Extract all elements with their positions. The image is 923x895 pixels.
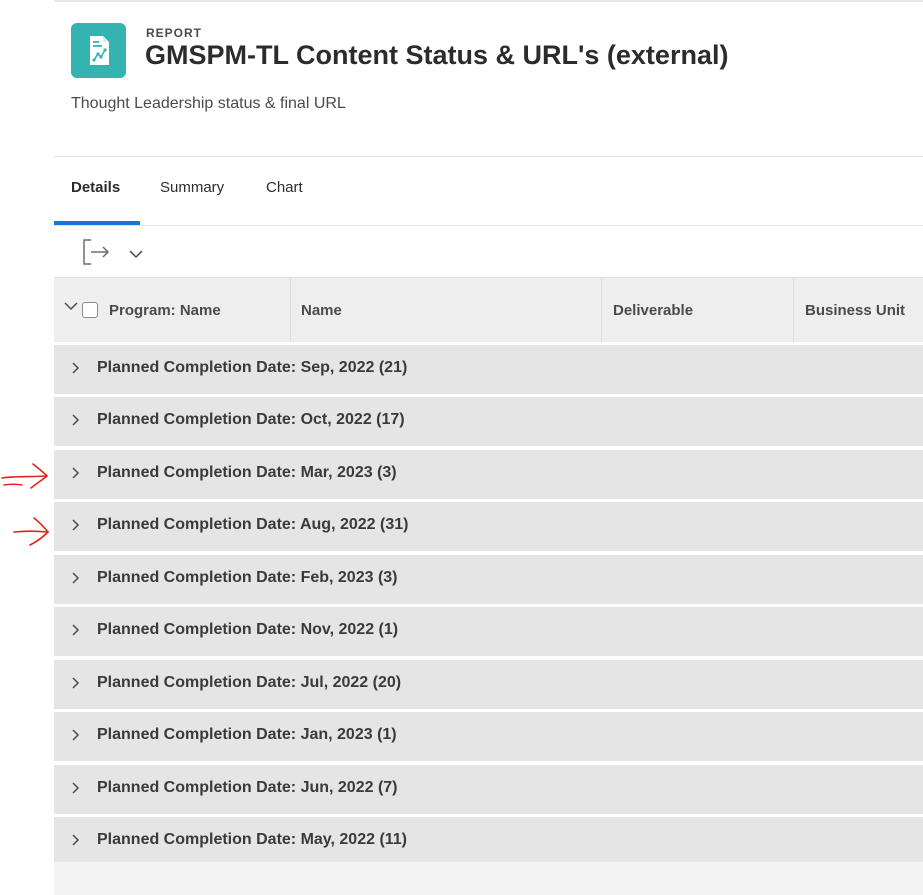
chevron-right-icon (72, 362, 80, 374)
chevron-right-icon (72, 519, 80, 531)
group-row[interactable]: Planned Completion Date: Jul, 2022 (20) (54, 660, 923, 709)
report-eyebrow: REPORT (146, 26, 203, 40)
select-all-checkbox[interactable] (82, 302, 98, 318)
table-footer-area (54, 862, 923, 895)
page-title: GMSPM-TL Content Status & URL's (externa… (145, 40, 729, 70)
annotation-arrow-icon (13, 517, 50, 546)
page-subtitle: Thought Leadership status & final URL (71, 95, 346, 112)
collapse-all-chevron-icon[interactable] (63, 298, 79, 314)
tab-chart[interactable]: Chart (266, 179, 303, 196)
group-row-label: Planned Completion Date: Aug, 2022 (31) (97, 516, 409, 533)
group-row-label: Planned Completion Date: May, 2022 (11) (97, 831, 408, 848)
export-icon[interactable] (80, 237, 112, 267)
group-row-label: Planned Completion Date: Mar, 2023 (3) (97, 464, 397, 481)
column-header-deliverable[interactable]: Deliverable (613, 302, 693, 319)
tab-details[interactable]: Details (71, 179, 120, 196)
annotation-arrow-icon (1, 463, 49, 489)
tab-summary[interactable]: Summary (160, 179, 224, 196)
column-divider (290, 278, 291, 342)
group-row-label: Planned Completion Date: Oct, 2022 (17) (97, 411, 405, 428)
group-row[interactable]: Planned Completion Date: Jun, 2022 (7) (54, 765, 923, 814)
column-header-business-unit[interactable]: Business Unit (805, 302, 905, 319)
header-divider (54, 156, 923, 157)
group-row[interactable]: Planned Completion Date: Sep, 2022 (21) (54, 345, 923, 394)
table-header: Program: Name Name Deliverable Business … (54, 277, 923, 342)
column-header-program-name[interactable]: Program: Name (109, 302, 221, 319)
group-row-label: Planned Completion Date: Nov, 2022 (1) (97, 621, 399, 638)
report-chart-icon (71, 23, 126, 78)
chevron-right-icon (72, 414, 80, 426)
chevron-right-icon (72, 782, 80, 794)
group-row-label: Planned Completion Date: Feb, 2023 (3) (97, 569, 398, 586)
group-row-label: Planned Completion Date: Sep, 2022 (21) (97, 359, 408, 376)
group-row[interactable]: Planned Completion Date: Aug, 2022 (31) (54, 502, 923, 551)
group-row[interactable]: Planned Completion Date: Jan, 2023 (1) (54, 712, 923, 761)
group-row[interactable]: Planned Completion Date: Oct, 2022 (17) (54, 397, 923, 446)
chevron-right-icon (72, 467, 80, 479)
chevron-right-icon (72, 572, 80, 584)
column-divider (601, 278, 602, 342)
chevron-right-icon (72, 834, 80, 846)
chevron-down-icon[interactable] (126, 244, 146, 264)
column-divider (793, 278, 794, 342)
top-rule (54, 0, 923, 2)
chevron-right-icon (72, 677, 80, 689)
group-row[interactable]: Planned Completion Date: Nov, 2022 (1) (54, 607, 923, 656)
chevron-right-icon (72, 624, 80, 636)
group-row[interactable]: Planned Completion Date: May, 2022 (11) (54, 817, 923, 866)
tabs-divider (54, 225, 923, 226)
group-row-label: Planned Completion Date: Jul, 2022 (20) (97, 674, 402, 691)
chevron-right-icon (72, 729, 80, 741)
group-row-label: Planned Completion Date: Jun, 2022 (7) (97, 779, 398, 796)
group-row-label: Planned Completion Date: Jan, 2023 (1) (97, 726, 397, 743)
column-header-name[interactable]: Name (301, 302, 342, 319)
group-row[interactable]: Planned Completion Date: Mar, 2023 (3) (54, 450, 923, 499)
group-row[interactable]: Planned Completion Date: Feb, 2023 (3) (54, 555, 923, 604)
